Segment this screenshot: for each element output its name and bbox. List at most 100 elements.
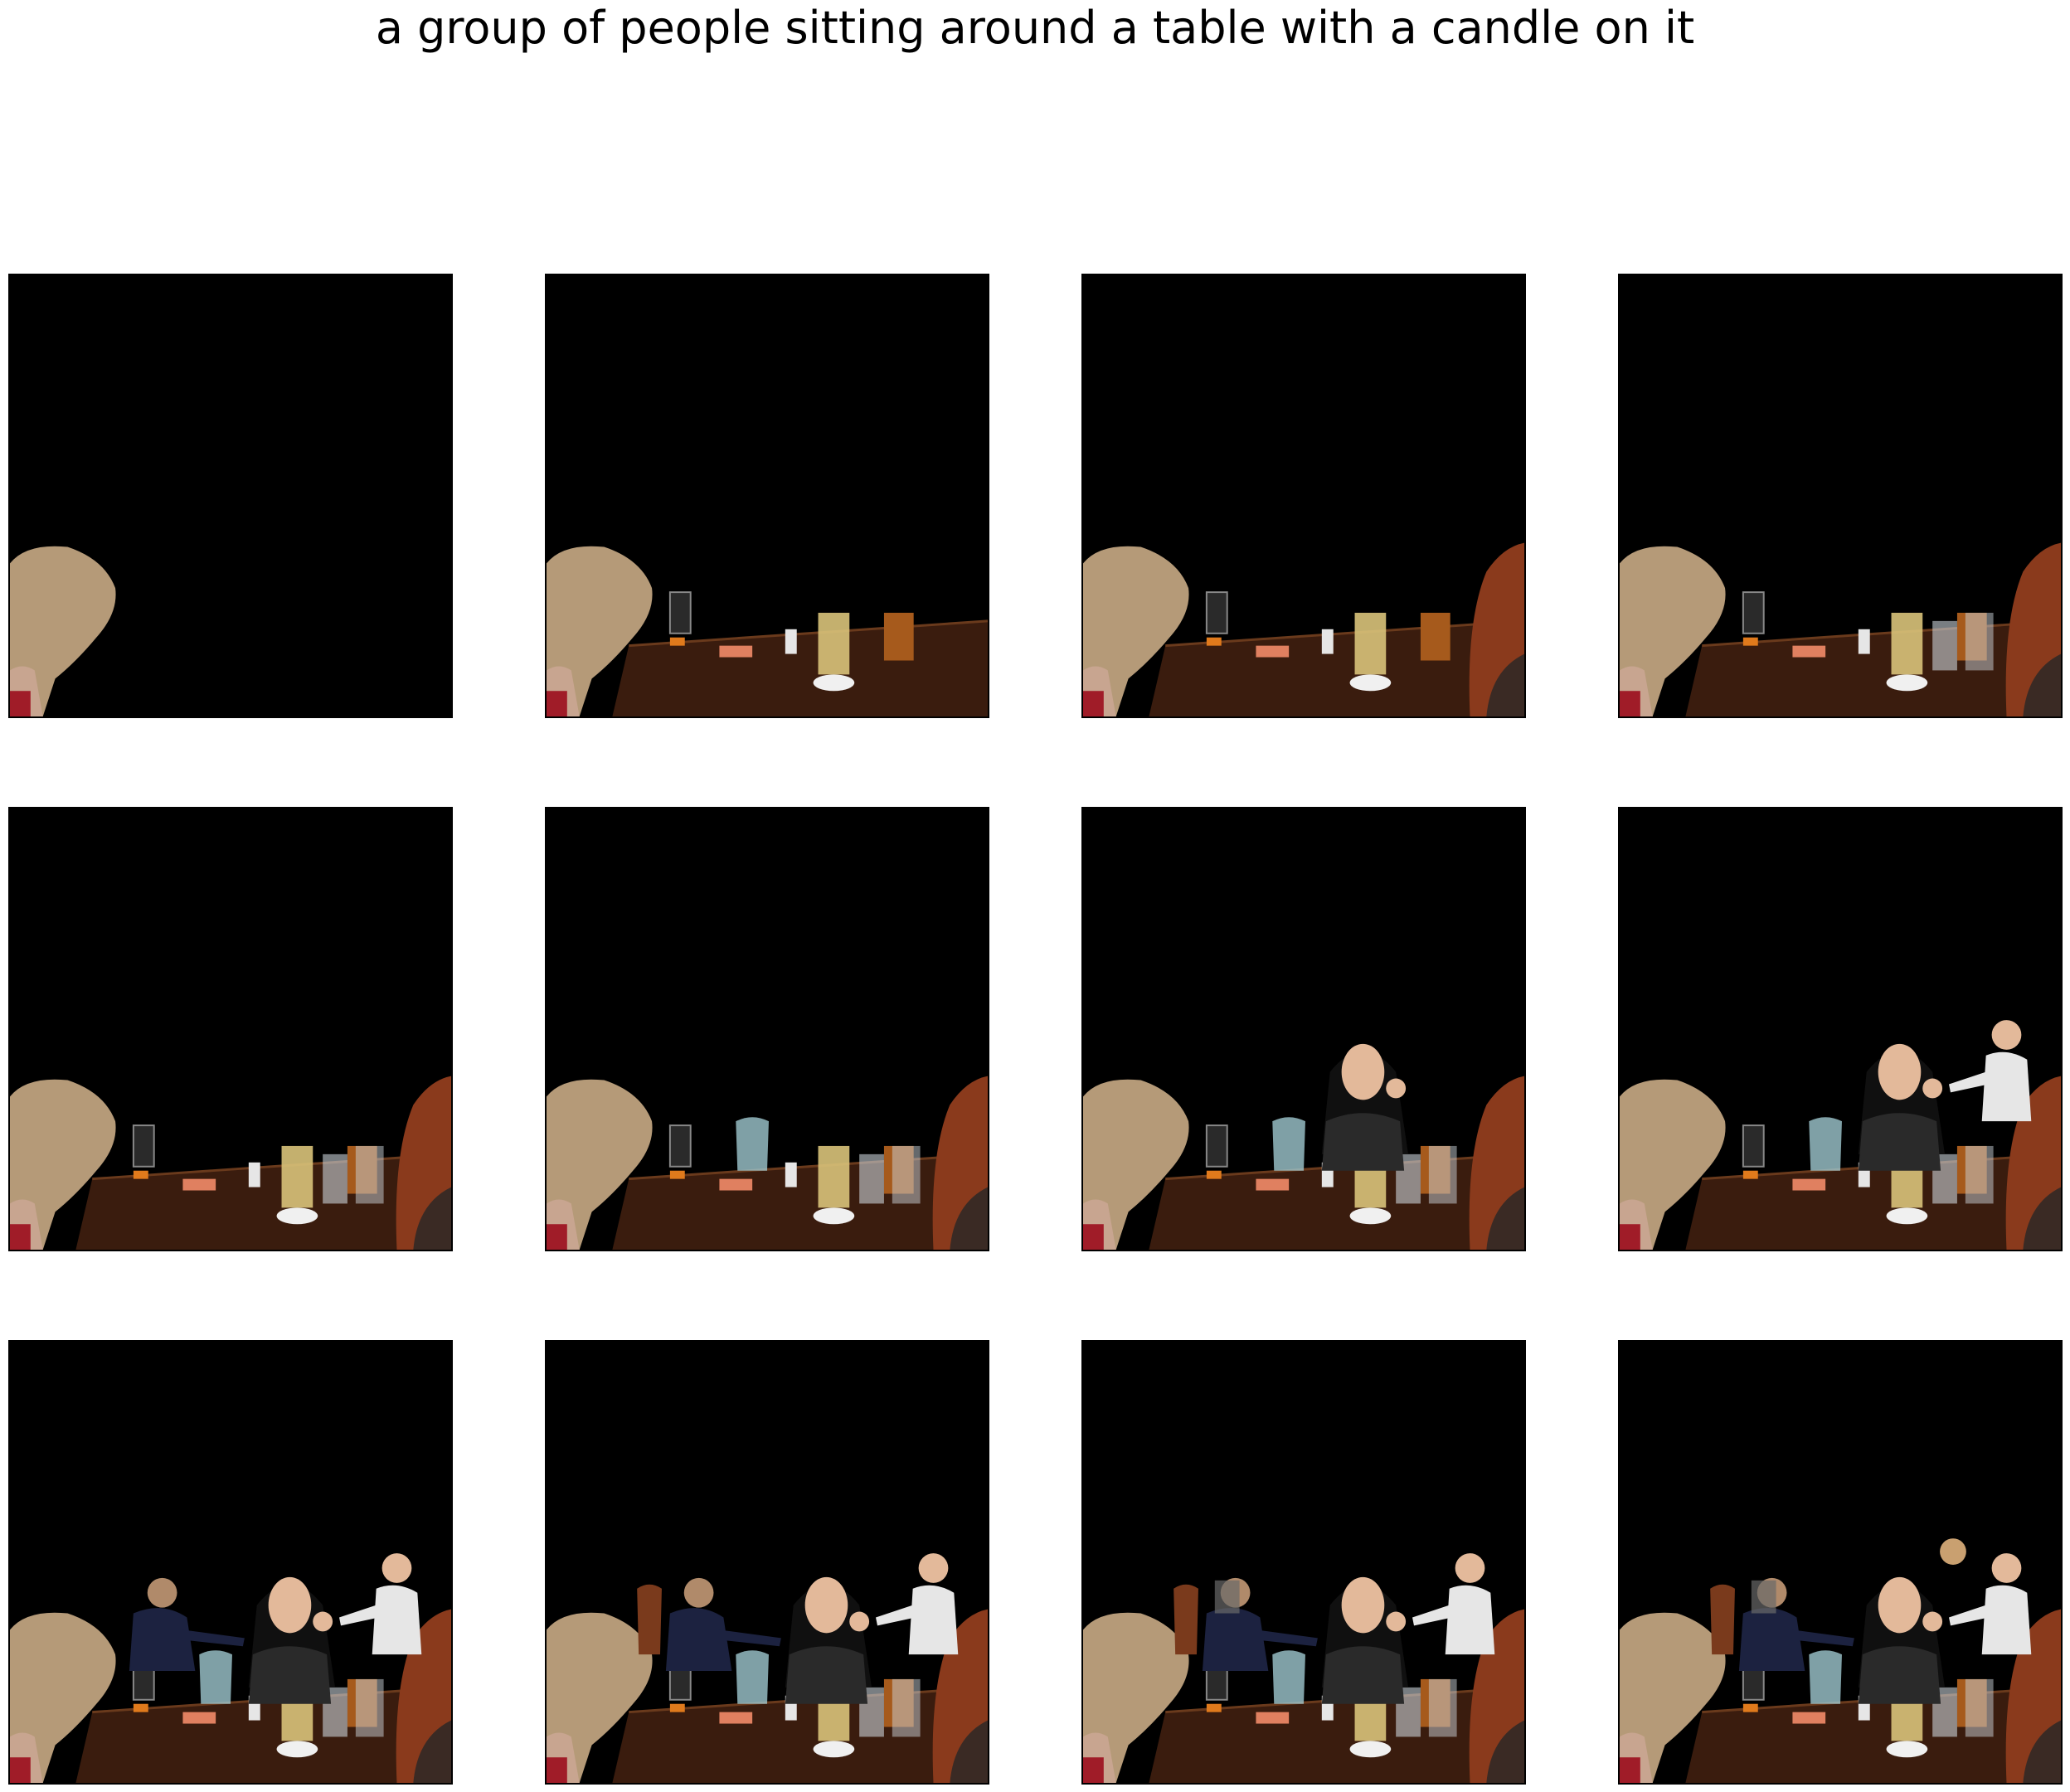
- woman-hand: [1386, 1611, 1407, 1632]
- glass-2: [892, 1678, 921, 1737]
- man-shirt: [1445, 1585, 1495, 1655]
- napkin: [1256, 1712, 1290, 1724]
- glass-2: [892, 1145, 921, 1204]
- woman-face: [1341, 1576, 1385, 1634]
- boy-shirt: [10, 1757, 31, 1783]
- salt-shaker: [785, 629, 797, 654]
- water-pitcher: [199, 1650, 232, 1704]
- man-shirt: [1981, 1585, 2032, 1655]
- boy-shirt: [547, 1224, 567, 1250]
- panel-image: [1620, 809, 2061, 1250]
- glass-1: [323, 1153, 347, 1204]
- boy-shirt: [1620, 1224, 1640, 1250]
- yellow-drink: [818, 1145, 850, 1208]
- woman-hand: [1922, 1078, 1943, 1099]
- dark-glass: [1742, 1124, 1765, 1168]
- dark-glass: [1205, 1124, 1228, 1168]
- woman-face: [1878, 1043, 1922, 1100]
- far-person: [1940, 1538, 1966, 1565]
- yellow-drink: [818, 612, 850, 675]
- napkin: [719, 1178, 753, 1191]
- dark-glass: [1742, 591, 1765, 634]
- candle-glow: [1206, 637, 1222, 646]
- coaster: [813, 674, 855, 692]
- napkin: [182, 1712, 216, 1724]
- panel-image: [547, 275, 988, 716]
- panel-9: [8, 1340, 453, 1785]
- candle-glow: [669, 637, 685, 646]
- woman-top: [1321, 1646, 1405, 1704]
- man-shirt: [372, 1585, 422, 1655]
- blur-patch: [1751, 1580, 1776, 1614]
- coaster: [813, 1741, 855, 1758]
- woman-hand: [1386, 1078, 1407, 1099]
- dark-glass: [668, 1124, 692, 1168]
- glass-2: [355, 1678, 384, 1737]
- napkin: [719, 645, 753, 658]
- chair-back: [1173, 1584, 1198, 1655]
- extra-detail: [1214, 1580, 1240, 1614]
- pitcher: [736, 1117, 769, 1171]
- coaster: [813, 1207, 855, 1225]
- yellow-drink: [281, 1145, 313, 1208]
- panel-grid: [0, 0, 2070, 1792]
- glass-2: [1965, 1678, 1994, 1737]
- boy-shirt: [1083, 1757, 1104, 1783]
- yellow-drink: [1891, 612, 1923, 675]
- woman-hand: [849, 1611, 870, 1632]
- pitcher: [1809, 1650, 1842, 1704]
- panel-2: [545, 274, 989, 718]
- pitcher: [199, 1650, 232, 1704]
- dark-glass: [668, 591, 692, 634]
- woman-face: [804, 1576, 848, 1634]
- panel-6: [545, 807, 989, 1251]
- boy-shirt: [547, 691, 567, 716]
- pitcher: [1272, 1650, 1305, 1704]
- panel-7: [1081, 807, 1526, 1251]
- man-shirt: [908, 1585, 959, 1655]
- panel-image: [1620, 275, 2061, 716]
- water-pitcher: [1809, 1650, 1842, 1704]
- dark-man-head: [147, 1577, 177, 1608]
- chair-back: [1710, 1584, 1735, 1655]
- blur-patch: [1214, 1580, 1240, 1614]
- man-head: [1991, 1020, 2022, 1050]
- dark-glass: [132, 1124, 155, 1168]
- extra-detail: [1751, 1580, 1776, 1614]
- chair: [637, 1584, 662, 1655]
- water-pitcher: [736, 1117, 769, 1171]
- coaster: [1349, 674, 1392, 692]
- boy-shirt: [1620, 691, 1640, 716]
- amber-drink: [1420, 612, 1450, 661]
- panel-3: [1081, 274, 1526, 718]
- glass-1: [1932, 620, 1957, 671]
- napkin: [1256, 645, 1290, 658]
- chair-back: [637, 1584, 662, 1655]
- boy-shirt: [10, 1224, 31, 1250]
- man-shirt: [1981, 1051, 2032, 1122]
- water-pitcher: [1272, 1117, 1305, 1171]
- man-head: [1991, 1553, 2022, 1583]
- woman-top: [1858, 1646, 1941, 1704]
- panel-5: [8, 807, 453, 1251]
- coaster: [276, 1741, 318, 1758]
- man-head: [1455, 1553, 1485, 1583]
- candle-glow: [1742, 1703, 1758, 1712]
- napkin: [1256, 1178, 1290, 1191]
- panel-8: [1618, 807, 2063, 1251]
- pitcher: [1272, 1117, 1305, 1171]
- salt-shaker: [248, 1162, 260, 1187]
- candle-glow: [133, 1703, 148, 1712]
- woman-hand: [1922, 1611, 1943, 1632]
- chair: [1710, 1584, 1735, 1655]
- woman-face: [1341, 1043, 1385, 1100]
- coaster: [1886, 1207, 1928, 1225]
- boy-shirt: [1620, 1757, 1640, 1783]
- coaster: [1886, 674, 1928, 692]
- napkin: [1792, 1712, 1826, 1724]
- glass-2: [1965, 1145, 1994, 1204]
- man-head: [381, 1553, 412, 1583]
- dark-glass: [1205, 591, 1228, 634]
- panel-4: [1618, 274, 2063, 718]
- woman-top: [1858, 1113, 1941, 1171]
